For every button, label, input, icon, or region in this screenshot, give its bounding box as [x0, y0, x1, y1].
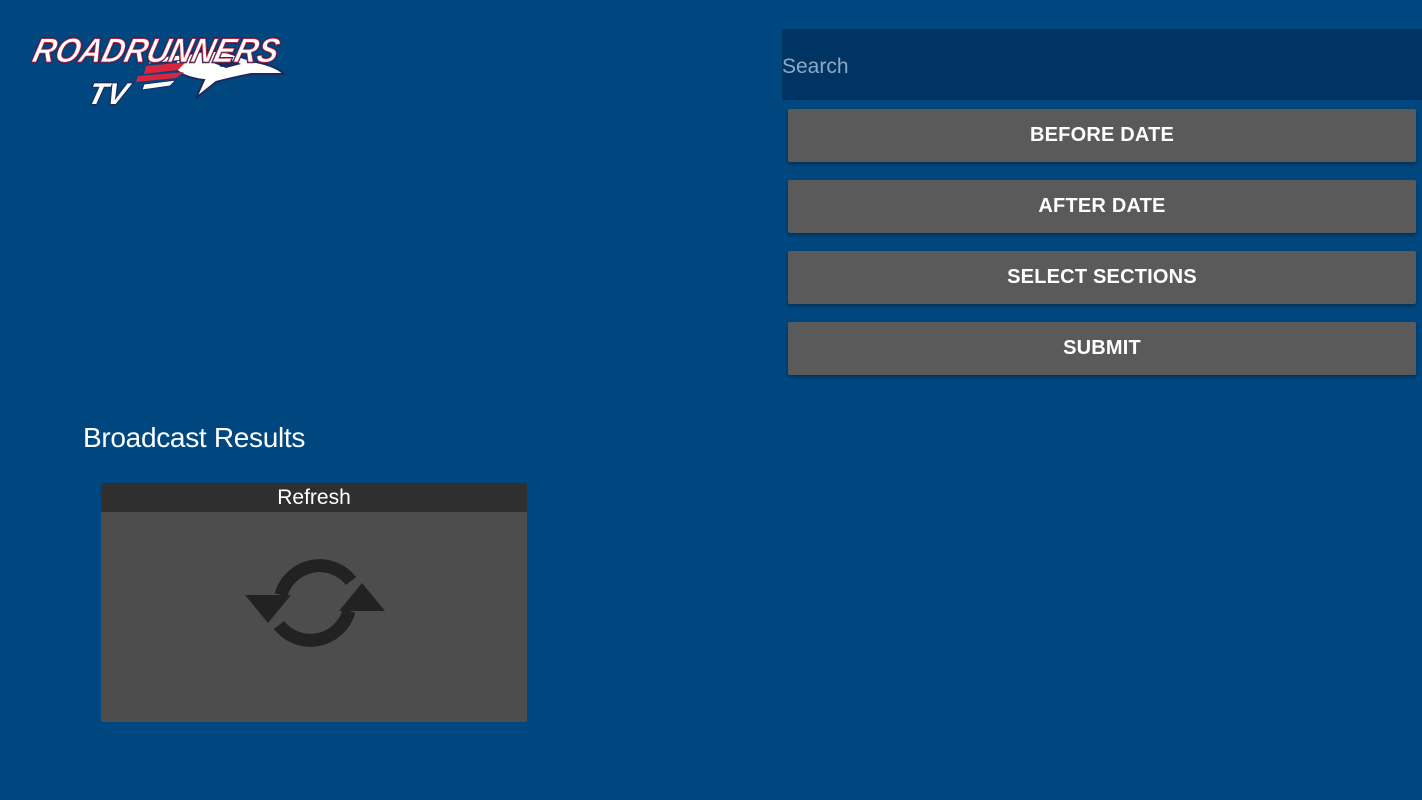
after-date-button[interactable]: AFTER DATE: [788, 180, 1416, 233]
logo-subtitle: TV: [85, 77, 134, 110]
select-sections-label: SELECT SECTIONS: [1007, 266, 1197, 288]
screen: ROADRUNNERS ROADRUNNERS TV BEFORE DATE A…: [0, 0, 1422, 800]
roadrunners-tv-logo: ROADRUNNERS ROADRUNNERS TV: [28, 31, 286, 112]
search-input[interactable]: [782, 29, 1422, 100]
refresh-card[interactable]: Refresh: [101, 483, 527, 722]
before-date-button[interactable]: BEFORE DATE: [788, 109, 1416, 162]
submit-label: SUBMIT: [1063, 337, 1141, 359]
search-field[interactable]: [782, 29, 1422, 100]
before-date-label: BEFORE DATE: [1029, 124, 1175, 146]
after-date-label: AFTER DATE: [1038, 195, 1166, 217]
submit-button[interactable]: SUBMIT: [788, 322, 1416, 375]
broadcast-results-heading: Broadcast Results: [83, 422, 306, 453]
refresh-icon: [245, 559, 385, 647]
logo-wordmark-outline: ROADRUNNERS: [29, 32, 283, 69]
refresh-card-title: Refresh: [101, 483, 527, 512]
select-sections-button[interactable]: SELECT SECTIONS: [788, 251, 1416, 304]
